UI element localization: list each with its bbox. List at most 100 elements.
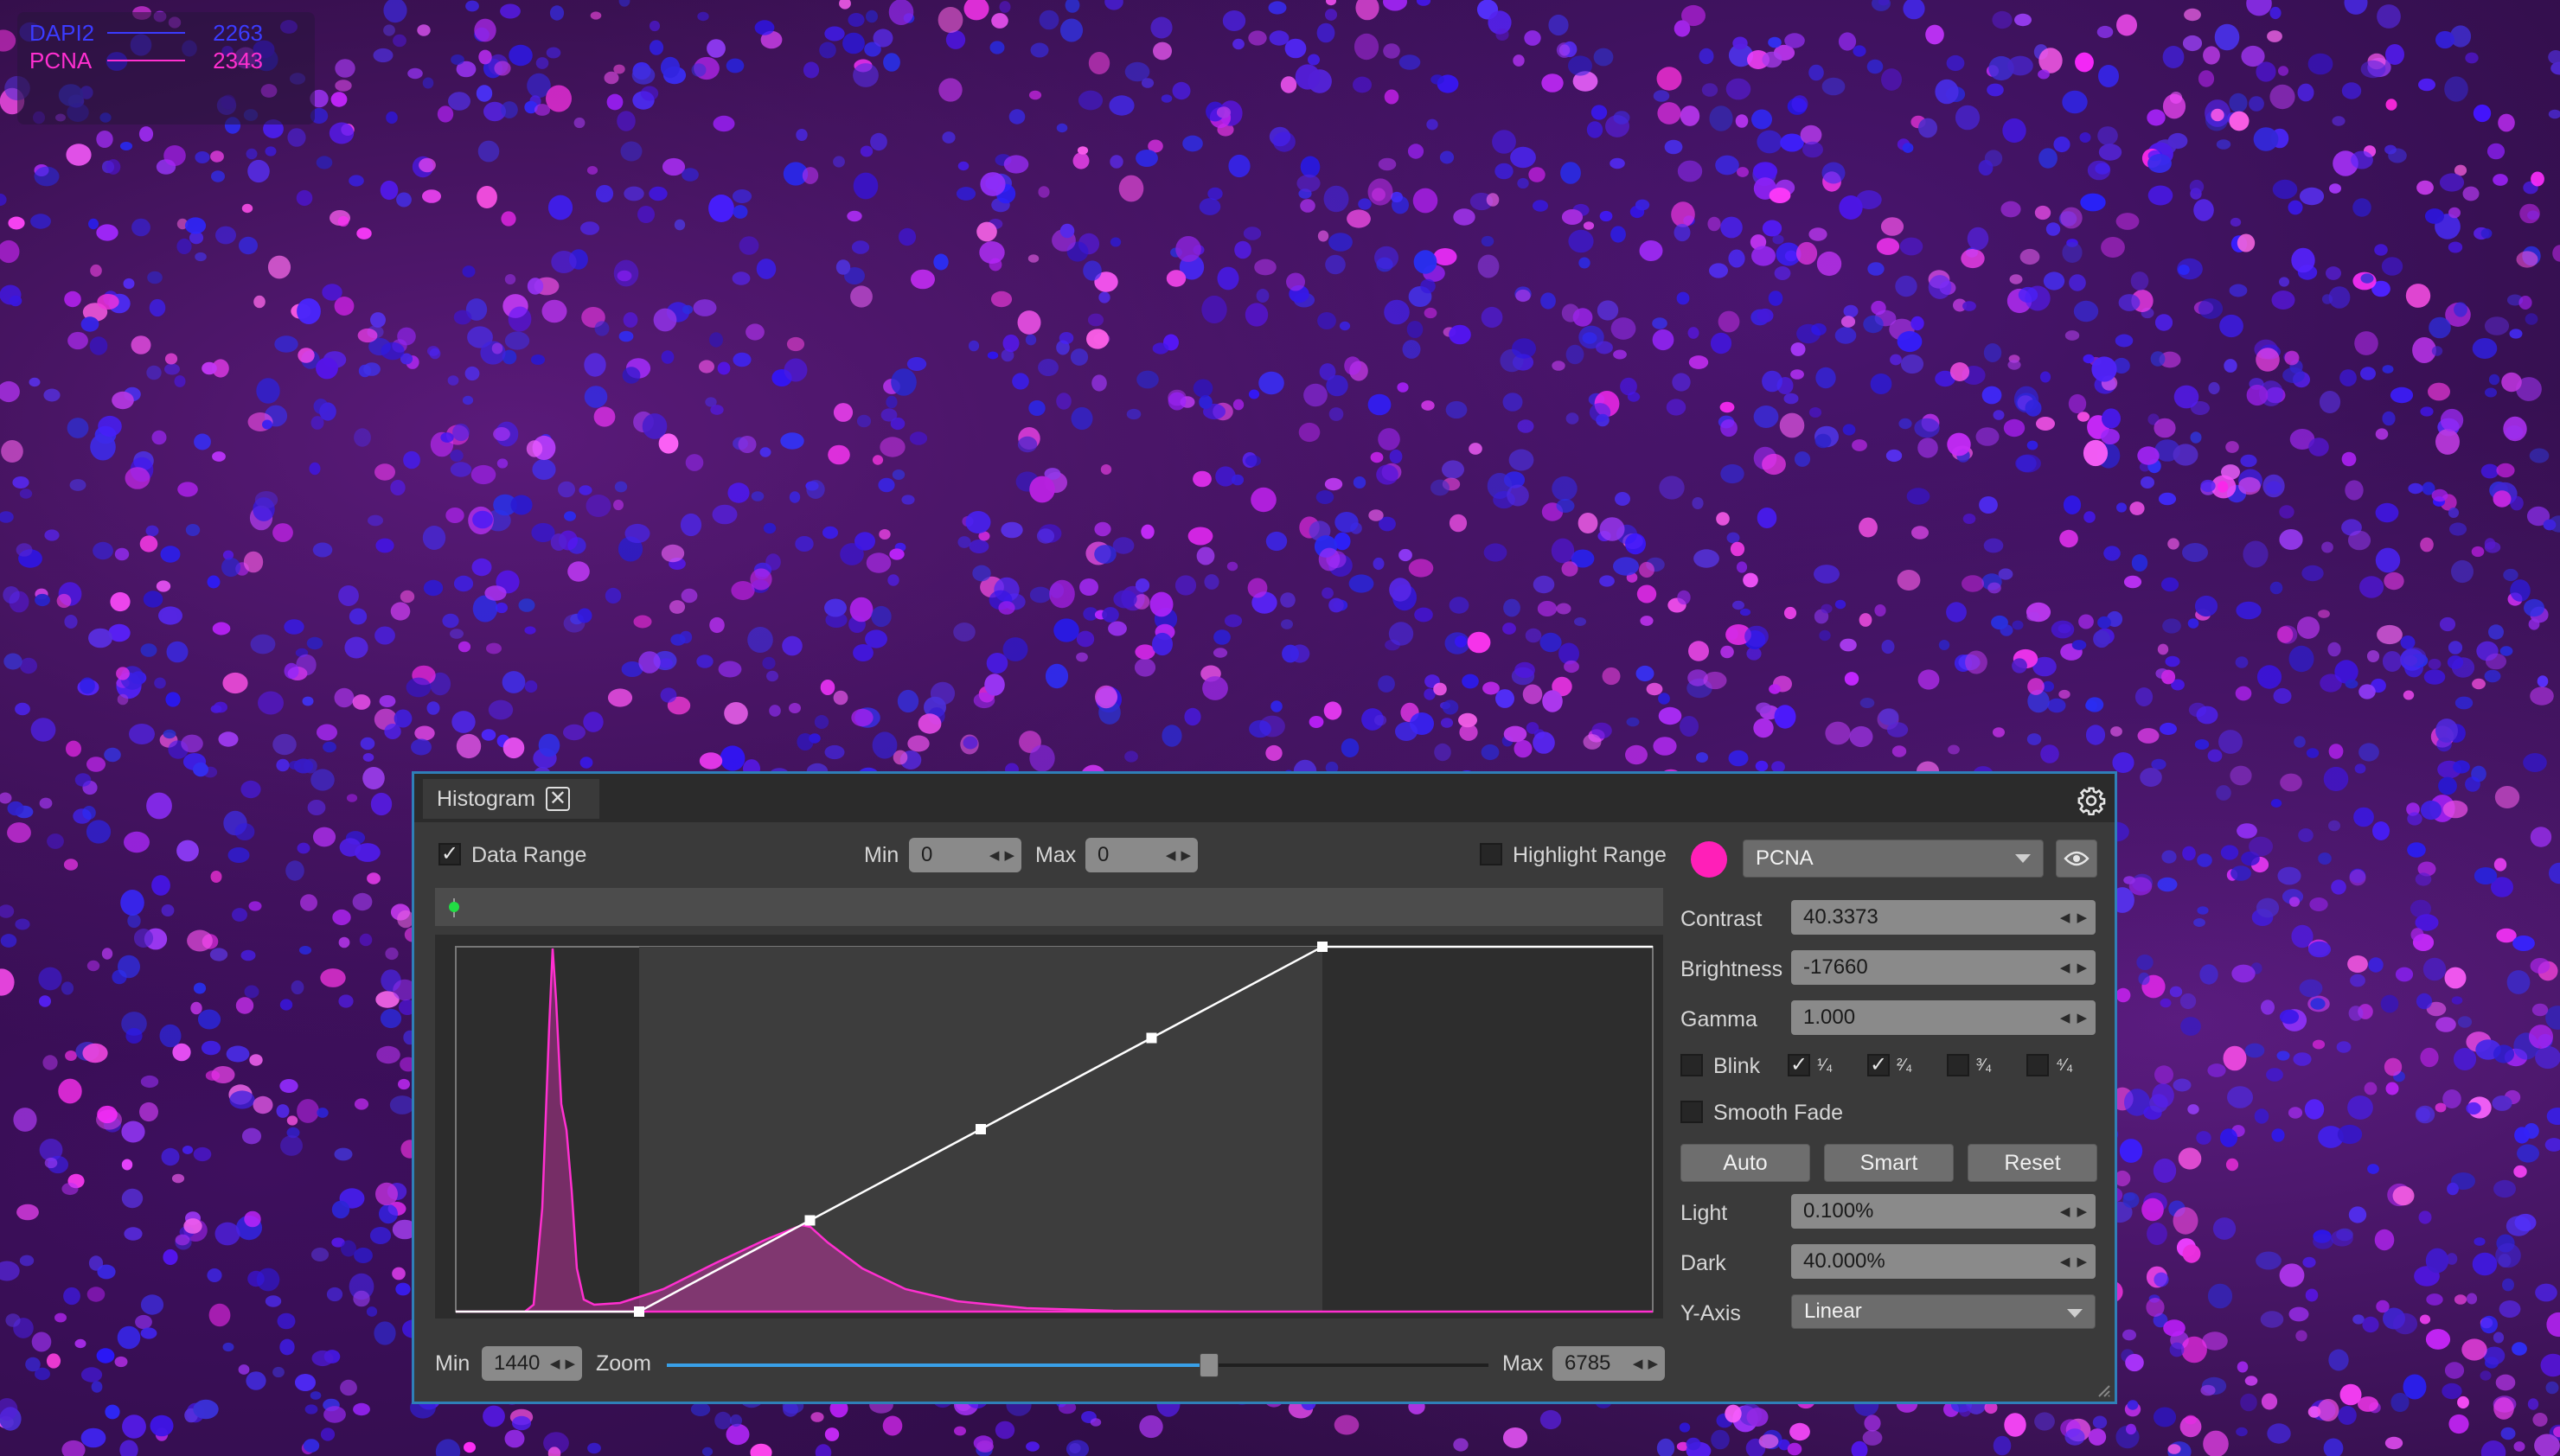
- left-arrow-icon[interactable]: ◀: [2060, 910, 2070, 925]
- cell-nucleus: [462, 265, 476, 278]
- range-min-spinbox[interactable]: 0 ◀ ▶: [909, 838, 1021, 872]
- cell-nucleus: [1769, 684, 1781, 694]
- tab-histogram[interactable]: Histogram ✕: [423, 779, 599, 819]
- cell-nucleus: [976, 221, 997, 242]
- right-arrow-icon[interactable]: ▶: [2077, 1254, 2087, 1269]
- quarter-1-checkbox[interactable]: ✓: [1788, 1054, 1810, 1076]
- cell-nucleus: [86, 820, 112, 844]
- quarter-4-checkbox[interactable]: [2026, 1054, 2049, 1076]
- contrast-field[interactable]: 40.3373 ◀ ▶: [1791, 900, 2096, 935]
- cell-nucleus: [2269, 84, 2295, 110]
- cell-nucleus: [2484, 669, 2501, 683]
- zoom-slider[interactable]: [667, 1353, 1488, 1377]
- left-arrow-icon[interactable]: ◀: [1633, 1356, 1643, 1371]
- cell-nucleus: [2444, 967, 2467, 989]
- light-field[interactable]: 0.100% ◀ ▶: [1791, 1194, 2096, 1229]
- right-arrow-icon[interactable]: ▶: [1004, 847, 1014, 863]
- zoom-slider-handle[interactable]: [1200, 1353, 1219, 1377]
- cell-nucleus: [1965, 650, 1987, 674]
- right-arrow-icon[interactable]: ▶: [2077, 1010, 2087, 1025]
- cell-nucleus: [209, 948, 228, 961]
- visibility-toggle-button[interactable]: [2056, 840, 2097, 878]
- cell-nucleus: [1389, 578, 1411, 602]
- blink-checkbox[interactable]: [1680, 1054, 1703, 1076]
- cell-nucleus: [323, 741, 336, 753]
- cell-nucleus: [1341, 738, 1360, 757]
- left-arrow-icon[interactable]: ◀: [2060, 1010, 2070, 1025]
- cell-nucleus: [2480, 1315, 2498, 1334]
- left-arrow-icon[interactable]: ◀: [2060, 960, 2070, 975]
- left-arrow-icon[interactable]: ◀: [989, 847, 1000, 863]
- cell-nucleus: [563, 724, 586, 741]
- cell-nucleus: [1442, 460, 1464, 479]
- histogram-plot-area[interactable]: [435, 935, 1663, 1319]
- cell-nucleus: [2341, 451, 2357, 467]
- cell-nucleus: [546, 85, 572, 112]
- histogram-chart[interactable]: [435, 935, 1663, 1319]
- brightness-field[interactable]: -17660 ◀ ▶: [1791, 950, 2096, 985]
- data-range-checkbox[interactable]: ✓: [438, 843, 461, 865]
- left-arrow-icon[interactable]: ◀: [1166, 847, 1176, 863]
- cell-nucleus: [810, 1412, 824, 1422]
- contrast-label: Contrast: [1680, 907, 1763, 931]
- cell-nucleus: [2493, 858, 2507, 872]
- cell-nucleus: [396, 192, 412, 208]
- cell-nucleus: [2484, 538, 2496, 550]
- left-arrow-icon[interactable]: ◀: [2060, 1254, 2070, 1269]
- cell-nucleus: [1268, 1, 1287, 15]
- left-arrow-icon[interactable]: ◀: [2060, 1204, 2070, 1219]
- cell-nucleus: [1991, 615, 2008, 630]
- curve-handle[interactable]: [1146, 1032, 1157, 1044]
- right-arrow-icon[interactable]: ▶: [1648, 1356, 1658, 1371]
- range-marker-handle[interactable]: [449, 902, 459, 912]
- zoom-min-spinbox[interactable]: 1440 ◀ ▶: [482, 1346, 582, 1381]
- cell-nucleus: [524, 626, 536, 635]
- curve-handle[interactable]: [976, 1124, 986, 1134]
- reset-button[interactable]: Reset: [1968, 1144, 2097, 1182]
- smart-button[interactable]: Smart: [1824, 1144, 1954, 1182]
- cell-nucleus: [207, 575, 221, 589]
- right-arrow-icon[interactable]: ▶: [2077, 1204, 2087, 1219]
- cell-nucleus: [2293, 1052, 2312, 1066]
- right-arrow-icon[interactable]: ▶: [2077, 960, 2087, 975]
- cell-nucleus: [1150, 16, 1173, 39]
- data-range-strip[interactable]: [435, 888, 1663, 926]
- channel-select[interactable]: PCNA: [1743, 840, 2044, 878]
- auto-button[interactable]: Auto: [1680, 1144, 1810, 1182]
- cell-nucleus: [1025, 334, 1037, 346]
- right-arrow-icon[interactable]: ▶: [565, 1356, 575, 1371]
- cell-nucleus: [1296, 174, 1321, 193]
- range-max-spinbox[interactable]: 0 ◀ ▶: [1085, 838, 1198, 872]
- channel-color-swatch[interactable]: [1691, 841, 1727, 878]
- cell-nucleus: [640, 86, 659, 101]
- cell-nucleus: [1597, 300, 1619, 321]
- cell-nucleus: [980, 172, 1006, 196]
- curve-handle[interactable]: [1317, 942, 1328, 952]
- quarter-2-checkbox[interactable]: ✓: [1867, 1054, 1890, 1076]
- curve-handle[interactable]: [804, 1215, 816, 1226]
- left-arrow-icon[interactable]: ◀: [550, 1356, 560, 1371]
- zoom-max-spinbox[interactable]: 6785 ◀ ▶: [1552, 1346, 1665, 1381]
- cell-nucleus: [1442, 699, 1459, 715]
- resize-grip-icon[interactable]: [2096, 1383, 2111, 1398]
- cell-nucleus: [2196, 1131, 2211, 1145]
- cell-nucleus: [1949, 362, 1970, 381]
- cell-nucleus: [2187, 1104, 2199, 1114]
- smooth-fade-checkbox[interactable]: [1680, 1101, 1703, 1123]
- quarter-3-checkbox[interactable]: [1947, 1054, 1969, 1076]
- y-axis-select[interactable]: Linear: [1791, 1294, 2096, 1329]
- dark-field[interactable]: 40.000% ◀ ▶: [1791, 1244, 2096, 1279]
- curve-handle[interactable]: [634, 1306, 644, 1317]
- cell-nucleus: [1610, 226, 1626, 243]
- cell-nucleus: [2309, 897, 2328, 911]
- gamma-field[interactable]: 1.000 ◀ ▶: [1791, 1000, 2096, 1035]
- cell-nucleus: [2116, 14, 2137, 36]
- gear-icon[interactable]: [2077, 786, 2106, 815]
- close-icon[interactable]: ✕: [545, 787, 570, 811]
- right-arrow-icon[interactable]: ▶: [1181, 847, 1191, 863]
- right-arrow-icon[interactable]: ▶: [2077, 910, 2087, 925]
- cell-nucleus: [395, 1282, 411, 1296]
- highlight-range-checkbox[interactable]: [1480, 843, 1502, 865]
- cell-nucleus: [2256, 348, 2280, 372]
- cell-nucleus: [0, 968, 15, 996]
